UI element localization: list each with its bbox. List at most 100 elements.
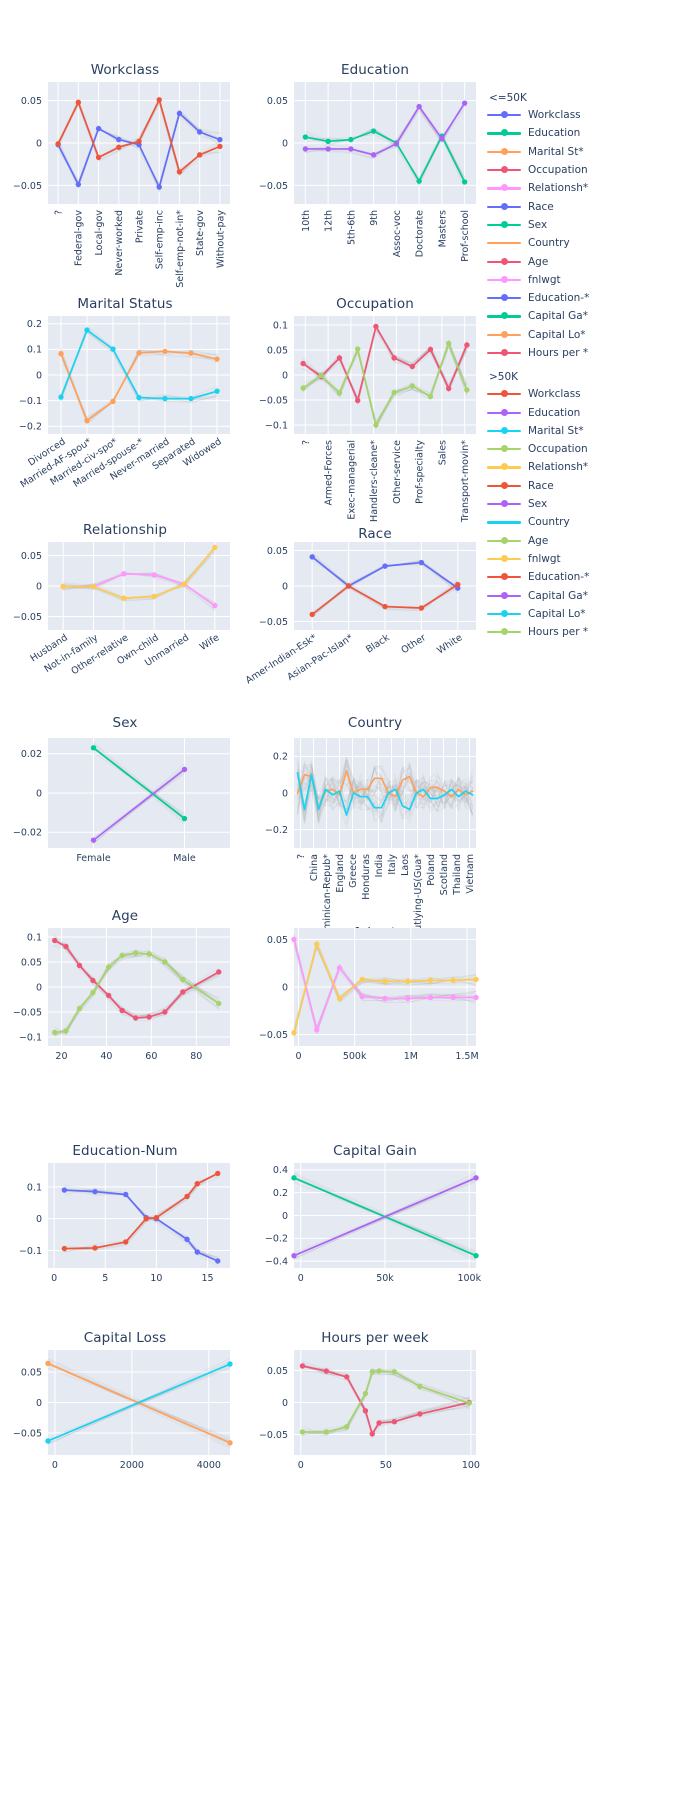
legend-item[interactable]: Hours per *: [487, 344, 697, 362]
chart-panel-workclass: −0.05 0 0.05? Federal-gov Local-gov Never-wor…: [0, 72, 244, 312]
series-marker: [382, 995, 388, 1002]
series-marker: [418, 559, 425, 566]
legend-swatch-icon: [487, 109, 521, 121]
legend-item[interactable]: Hours per *: [487, 623, 697, 641]
legend-swatch-icon: [487, 590, 521, 602]
series-marker: [61, 1187, 68, 1193]
series-marker: [184, 1193, 190, 1200]
legend: <=50K Workclass Education Marital St* Occupa…: [487, 92, 697, 641]
x-axis-tick-label: Male: [173, 853, 196, 864]
y-axis-tick-label: 0.05: [21, 957, 42, 968]
series-marker: [300, 360, 306, 367]
x-axis-tick-label: Prof-school: [460, 210, 471, 262]
legend-item-label: Relationsh*: [528, 182, 589, 195]
x-axis-tick-label: Without-pay: [215, 210, 226, 268]
legend-swatch-icon: [487, 571, 521, 583]
legend-item[interactable]: Capital Ga*: [487, 307, 697, 325]
x-axis-tick-label: Female: [76, 853, 111, 864]
x-axis-tick-label: ?: [54, 210, 65, 215]
legend-group-spacer: [487, 362, 697, 371]
y-axis-tick-label: −0.05: [259, 1030, 288, 1041]
series-marker: [180, 976, 186, 983]
series-marker: [52, 937, 58, 944]
legend-item[interactable]: Workclass: [487, 385, 697, 403]
legend-item[interactable]: Capital Lo*: [487, 326, 697, 344]
series-marker: [416, 178, 422, 184]
series-marker: [427, 393, 434, 400]
legend-swatch-icon: [487, 127, 521, 139]
legend-item[interactable]: Occupation: [487, 161, 697, 179]
series-marker: [162, 959, 168, 965]
legend-item[interactable]: Marital St*: [487, 422, 697, 440]
legend-item[interactable]: Capital Ga*: [487, 586, 697, 604]
y-axis-tick-label: 0.05: [267, 1366, 288, 1377]
series-marker: [473, 994, 479, 1001]
series-marker: [110, 346, 116, 352]
series-marker: [217, 143, 223, 150]
x-axis-tick-label: 0: [51, 1273, 57, 1284]
legend-swatch-icon: [487, 182, 521, 194]
series-marker: [61, 1245, 68, 1252]
legend-item[interactable]: Workclass: [487, 106, 697, 124]
x-axis-tick-label: Prof-specialty: [415, 440, 426, 504]
y-axis-tick-label: 0: [36, 138, 42, 149]
chart-panel-sex: −0.02 0 0.02 Female Male: [0, 728, 244, 884]
legend-item[interactable]: Age: [487, 532, 697, 550]
series-marker: [214, 356, 220, 362]
legend-item[interactable]: Age: [487, 252, 697, 270]
y-axis-tick-label: −0.1: [265, 420, 288, 431]
series-marker: [439, 136, 445, 142]
series-marker: [90, 837, 97, 843]
x-axis-tick-label: Other: [399, 632, 428, 656]
x-axis-tick-label: Vietnam: [465, 854, 476, 894]
legend-item[interactable]: Education-*: [487, 568, 697, 586]
legend-item[interactable]: fnlwgt: [487, 550, 697, 568]
y-axis-tick-label: 0.05: [267, 546, 288, 557]
series-marker: [418, 605, 425, 611]
legend-swatch-icon: [487, 274, 521, 286]
legend-item[interactable]: Education: [487, 403, 697, 421]
series-marker: [176, 110, 183, 117]
series-marker: [369, 1369, 375, 1375]
legend-item[interactable]: Marital St*: [487, 143, 697, 161]
series-marker: [362, 1390, 369, 1397]
legend-swatch-icon: [487, 498, 521, 510]
legend-item[interactable]: Race: [487, 197, 697, 215]
chart-panel-race: −0.05 0 0.05 Amer-Indian-Esk* Asian-Pac-Isla…: [244, 532, 490, 734]
series-marker: [393, 141, 400, 147]
legend-item[interactable]: Country: [487, 234, 697, 252]
legend-item[interactable]: Capital Lo*: [487, 605, 697, 623]
x-axis-tick-label: 60: [145, 1051, 157, 1062]
legend-item-label: Education: [528, 127, 581, 140]
legend-item[interactable]: Race: [487, 477, 697, 495]
legend-item[interactable]: Sex: [487, 216, 697, 234]
series-marker: [217, 136, 223, 143]
series-marker: [216, 969, 222, 975]
series-marker: [323, 1368, 330, 1374]
x-axis-tick-label: Italy: [387, 854, 398, 875]
series-marker: [409, 383, 415, 389]
legend-item[interactable]: Sex: [487, 495, 697, 513]
x-axis-tick-label: ?: [296, 854, 307, 859]
y-axis-tick-label: 0.05: [267, 935, 288, 946]
legend-item[interactable]: Education: [487, 124, 697, 142]
y-axis-tick-label: −0.1: [19, 396, 42, 407]
series-marker: [110, 398, 116, 405]
legend-item[interactable]: Relationsh*: [487, 179, 697, 197]
series-marker: [92, 1245, 98, 1251]
legend-item[interactable]: Occupation: [487, 440, 697, 458]
x-axis-tick-label: 1M: [404, 1051, 418, 1062]
legend-item[interactable]: Country: [487, 513, 697, 531]
legend-item[interactable]: Education-*: [487, 289, 697, 307]
series-marker: [227, 1361, 233, 1367]
series-marker: [325, 138, 331, 145]
x-axis-tick-label: 0: [295, 1051, 301, 1062]
legend-item[interactable]: fnlwgt: [487, 271, 697, 289]
series-marker: [123, 1191, 129, 1198]
series-marker: [121, 595, 127, 601]
series-marker: [417, 1383, 423, 1390]
legend-item[interactable]: Relationsh*: [487, 458, 697, 476]
series-marker: [336, 995, 343, 1002]
series-marker: [181, 766, 188, 773]
y-axis-tick-label: −0.05: [13, 181, 42, 192]
